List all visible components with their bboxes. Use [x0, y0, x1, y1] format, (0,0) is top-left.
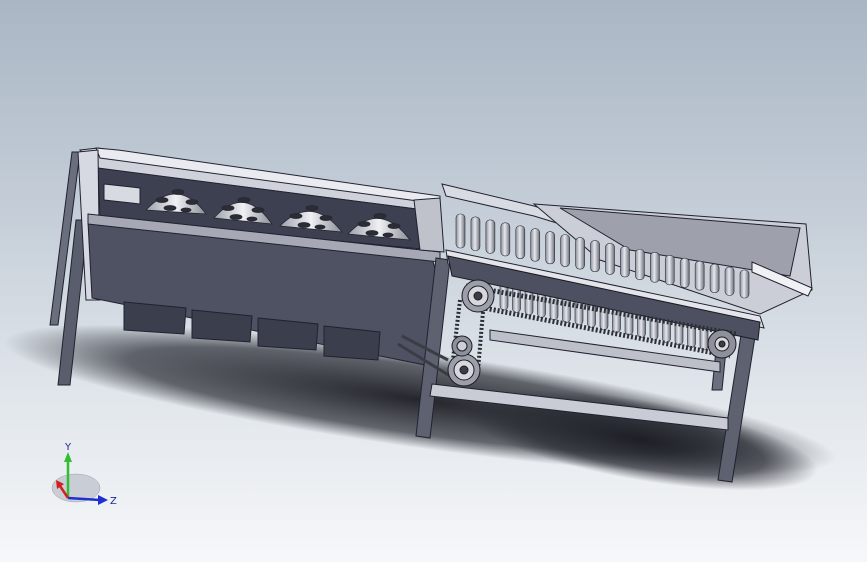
roller [724, 266, 735, 296]
roller [455, 213, 466, 249]
roller [500, 222, 511, 257]
roller [590, 240, 600, 272]
sprocket-upper [461, 279, 495, 313]
roller [515, 225, 526, 259]
roller [545, 231, 555, 265]
roller [679, 257, 690, 288]
triad-arrow-z-icon [98, 495, 108, 505]
cad-model-canvas[interactable] [0, 0, 867, 562]
roller [739, 269, 750, 299]
triad-label-z: Z [110, 496, 117, 507]
sprocket-motor [451, 335, 473, 357]
roller [709, 263, 720, 294]
conveyor-mid-frame [489, 329, 721, 373]
roller [620, 246, 630, 278]
roller [605, 243, 615, 275]
roller [694, 260, 705, 291]
roller [485, 219, 496, 254]
orientation-triad[interactable]: Y Z [40, 440, 120, 520]
roller [575, 237, 585, 270]
roller [530, 228, 541, 262]
roller [635, 249, 645, 280]
roller [470, 216, 481, 251]
sprocket-lower [447, 353, 481, 387]
triad-label-y: Y [64, 442, 72, 453]
graphics-viewport[interactable]: Y Z [0, 0, 867, 562]
roller [664, 254, 675, 286]
tank-inlet-box [103, 183, 141, 205]
sprocket-right [707, 329, 737, 359]
triad-arrow-y-icon [64, 452, 72, 462]
roller [650, 252, 660, 283]
roller [560, 234, 570, 267]
